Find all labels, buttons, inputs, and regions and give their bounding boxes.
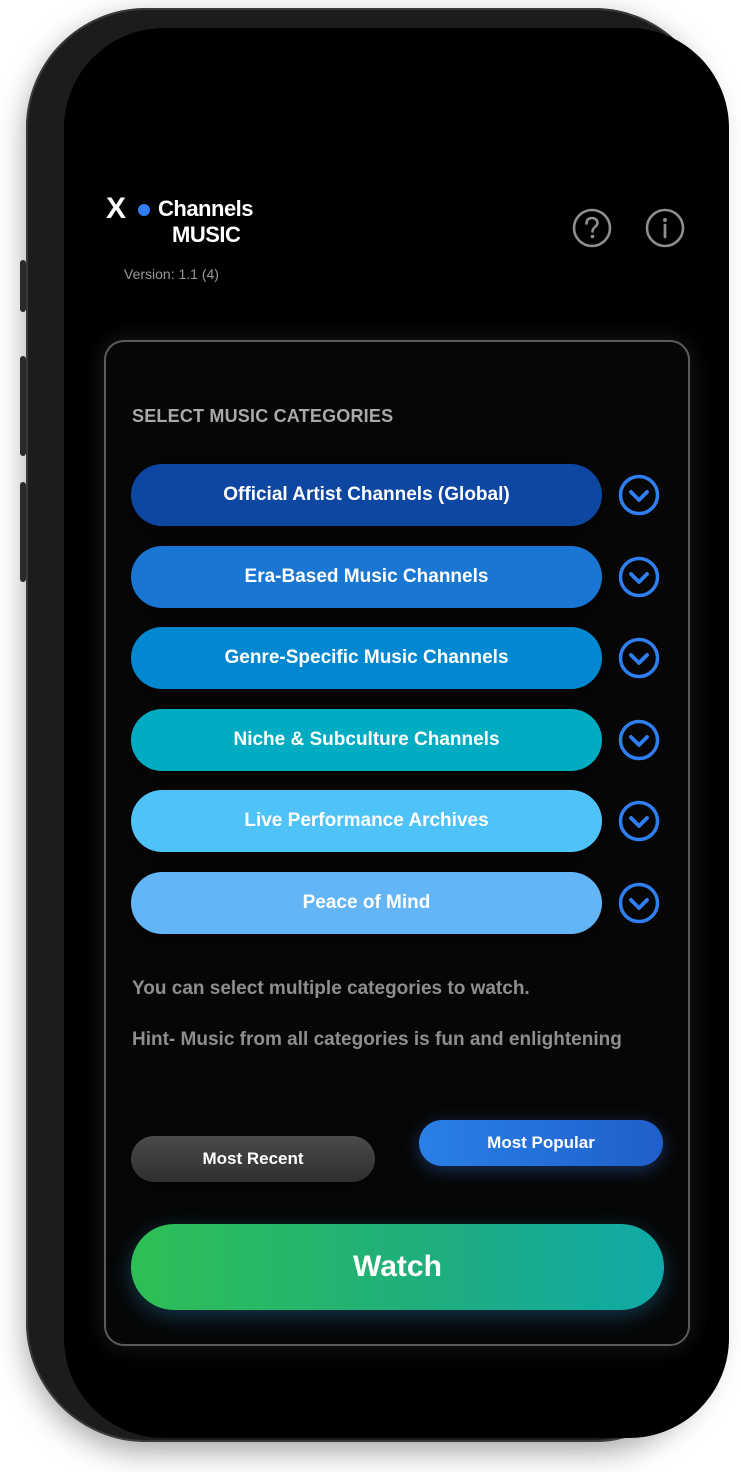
info-icon[interactable]	[645, 208, 685, 248]
watch-button[interactable]: Watch	[131, 1224, 664, 1310]
category-button-genre-specific[interactable]: Genre-Specific Music Channels	[131, 627, 602, 689]
category-row-niche-subculture: Niche & Subculture Channels	[131, 709, 666, 771]
logo-x: X	[106, 192, 126, 225]
hint-multi-select: You can select multiple categories to wa…	[132, 978, 530, 999]
chevron-down-icon[interactable]	[618, 800, 660, 842]
volume-down-button	[20, 482, 26, 582]
category-button-peace-of-mind[interactable]: Peace of Mind	[131, 872, 602, 934]
action-button	[20, 260, 26, 312]
app-screen: X Channels MUSIC Version: 1.1 (4) SELECT…	[64, 28, 729, 1438]
category-row-genre-specific: Genre-Specific Music Channels	[131, 627, 666, 689]
help-icon[interactable]	[572, 208, 612, 248]
app-logo: X Channels MUSIC	[106, 192, 266, 252]
phone-frame: X Channels MUSIC Version: 1.1 (4) SELECT…	[20, 8, 729, 1442]
chevron-down-icon[interactable]	[618, 556, 660, 598]
most-recent-button[interactable]: Most Recent	[131, 1136, 375, 1182]
category-panel: SELECT MUSIC CATEGORIES Official Artist …	[104, 340, 690, 1346]
logo-music: MUSIC	[172, 222, 241, 247]
category-button-era-based[interactable]: Era-Based Music Channels	[131, 546, 602, 608]
most-popular-button[interactable]: Most Popular	[419, 1120, 663, 1166]
chevron-down-icon[interactable]	[618, 474, 660, 516]
chevron-down-icon[interactable]	[618, 882, 660, 924]
volume-up-button	[20, 356, 26, 456]
hint-fun: Hint- Music from all categories is fun a…	[132, 1029, 622, 1050]
category-button-live-performance[interactable]: Live Performance Archives	[131, 790, 602, 852]
logo-dot	[138, 204, 150, 216]
panel-title: SELECT MUSIC CATEGORIES	[132, 406, 394, 426]
chevron-down-icon[interactable]	[618, 719, 660, 761]
hint-scroll-area[interactable]: Hint- Music from all categories is fun a…	[132, 1022, 652, 1066]
version-label: Version: 1.1 (4)	[124, 266, 219, 282]
category-row-official-artist: Official Artist Channels (Global)	[131, 464, 666, 526]
category-row-peace-of-mind: Peace of Mind	[131, 872, 666, 934]
category-button-official-artist[interactable]: Official Artist Channels (Global)	[131, 464, 602, 526]
logo-channels: Channels	[158, 196, 254, 221]
category-button-niche-subculture[interactable]: Niche & Subculture Channels	[131, 709, 602, 771]
chevron-down-icon[interactable]	[618, 637, 660, 679]
category-row-live-performance: Live Performance Archives	[131, 790, 666, 852]
category-row-era-based: Era-Based Music Channels	[131, 546, 666, 608]
